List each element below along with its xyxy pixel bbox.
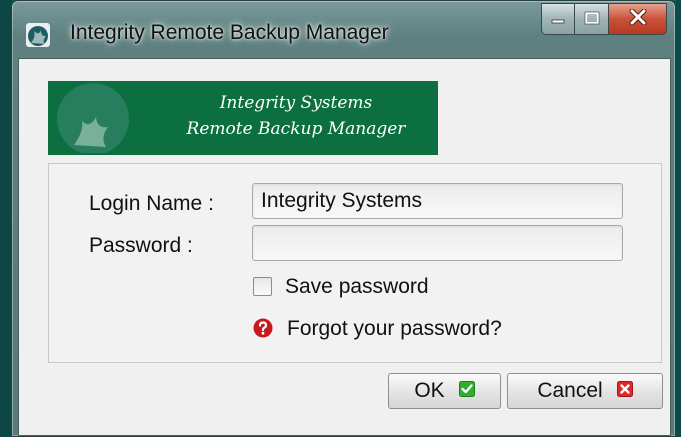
ok-button[interactable]: OK xyxy=(388,373,501,409)
question-icon xyxy=(253,318,273,342)
integrity-logo-icon xyxy=(52,83,138,155)
desktop-background-right xyxy=(676,0,681,437)
banner-company-name: Integrity Systems xyxy=(219,93,373,113)
caption-buttons xyxy=(541,3,667,35)
cancel-button[interactable]: Cancel xyxy=(507,373,663,409)
login-panel: Login Name : Password : Save password Fo… xyxy=(48,163,662,363)
password-input[interactable] xyxy=(252,225,623,261)
save-password-label[interactable]: Save password xyxy=(285,275,429,299)
minimize-button[interactable] xyxy=(541,3,575,35)
forgot-password-link[interactable]: Forgot your password? xyxy=(287,317,502,341)
ok-button-label: OK xyxy=(414,379,445,402)
app-logo-icon xyxy=(26,23,50,47)
minimize-icon xyxy=(551,10,565,29)
maximize-icon xyxy=(584,10,600,29)
close-button[interactable] xyxy=(609,3,667,35)
dialog-body: Integrity Systems Remote Backup Manager … xyxy=(18,58,671,436)
title-bar[interactable]: Integrity Remote Backup Manager xyxy=(12,1,675,59)
login-window: Integrity Remote Backup Manager Integrit… xyxy=(11,0,676,437)
close-icon xyxy=(629,8,647,29)
check-icon xyxy=(458,379,475,403)
banner-product-name: Remote Backup Manager xyxy=(186,119,406,139)
window-title: Integrity Remote Backup Manager xyxy=(70,21,389,44)
password-label: Password : xyxy=(89,234,193,257)
cancel-button-label: Cancel xyxy=(537,379,603,402)
cancel-x-icon xyxy=(616,379,633,403)
login-name-label: Login Name : xyxy=(89,192,214,215)
login-name-input[interactable] xyxy=(252,183,623,219)
maximize-button[interactable] xyxy=(575,3,609,35)
save-password-checkbox[interactable] xyxy=(253,277,272,296)
product-banner: Integrity Systems Remote Backup Manager xyxy=(48,81,438,155)
